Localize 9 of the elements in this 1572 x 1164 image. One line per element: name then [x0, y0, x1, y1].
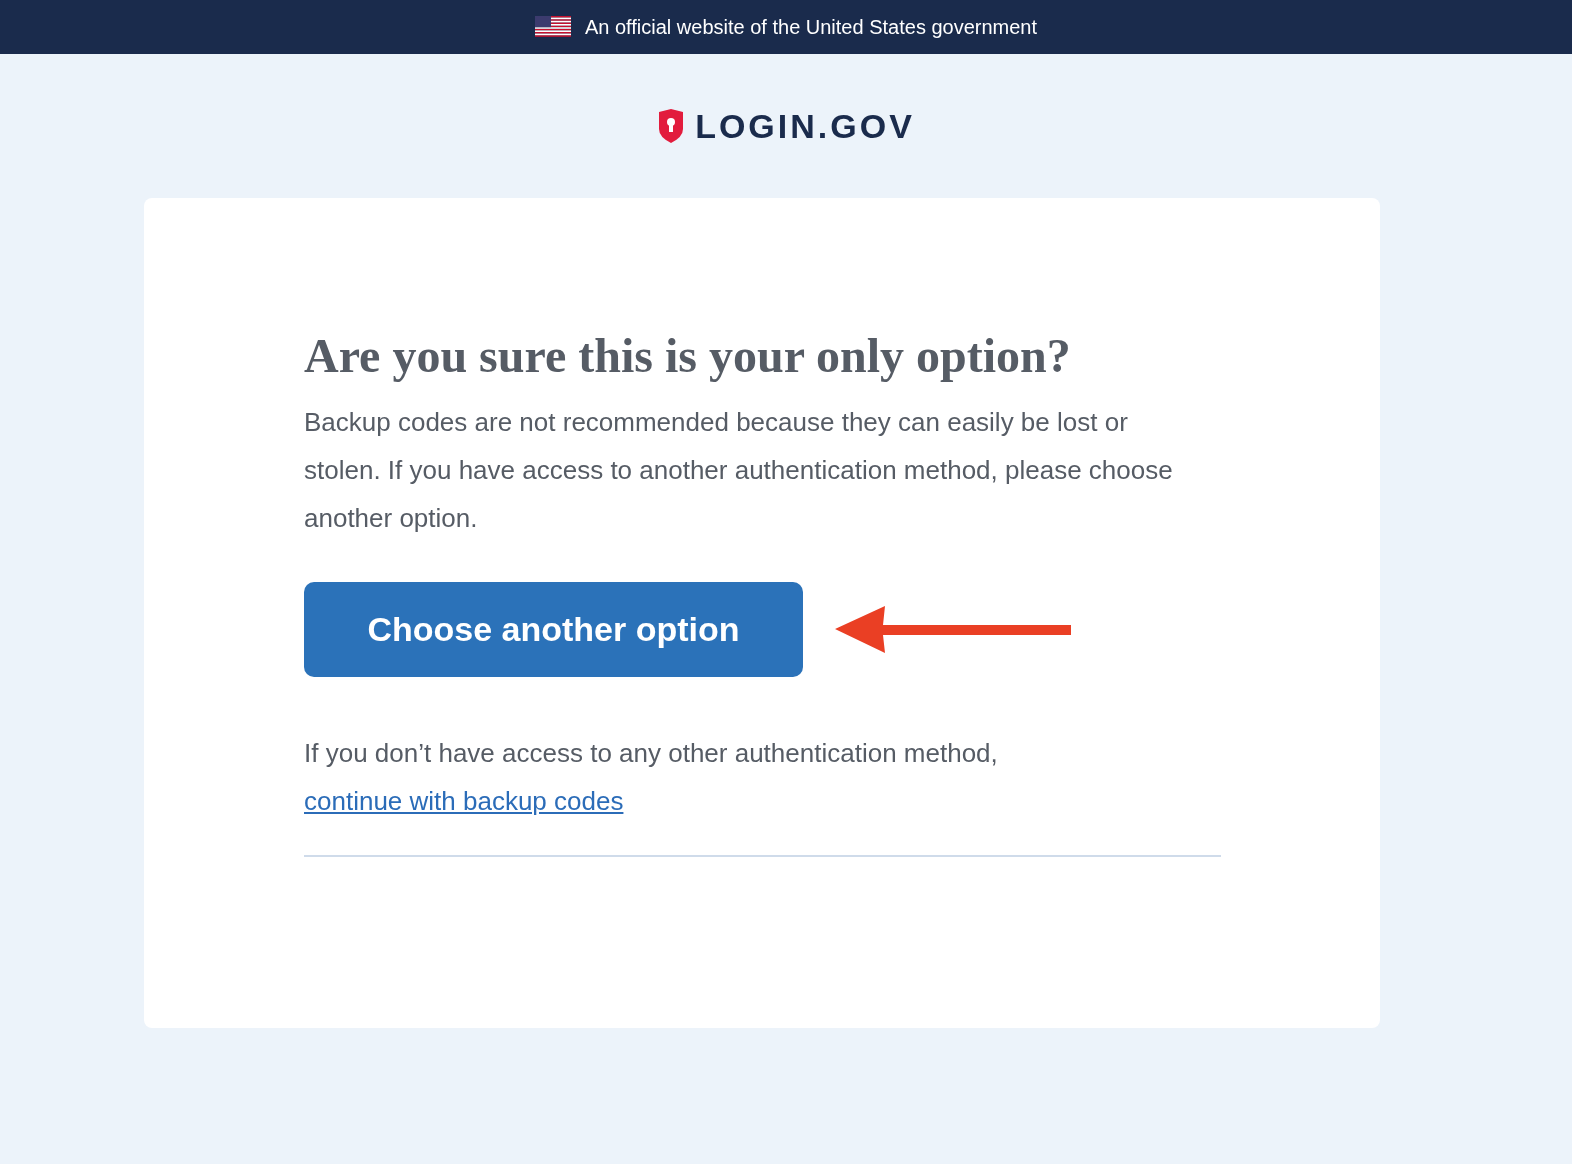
fallback-text: If you don’t have access to any other authentication method, [304, 737, 999, 770]
choose-another-option-button[interactable]: Choose another option [304, 582, 803, 677]
page-heading: Are you sure this is your only option? [304, 328, 1072, 384]
shield-icon [657, 109, 686, 143]
logo-text[interactable]: LOGIN.GOV [695, 100, 915, 152]
banner-text: An official website of the United States government [584, 15, 1038, 40]
description-text: Backup codes are not recommended because they can easily be lost or stolen. If you have access to another authentication method, please choose another option. [304, 406, 1174, 535]
flag-icon [534, 16, 571, 38]
continue-with-backup-codes-link[interactable]: continue with backup codes [304, 777, 624, 825]
